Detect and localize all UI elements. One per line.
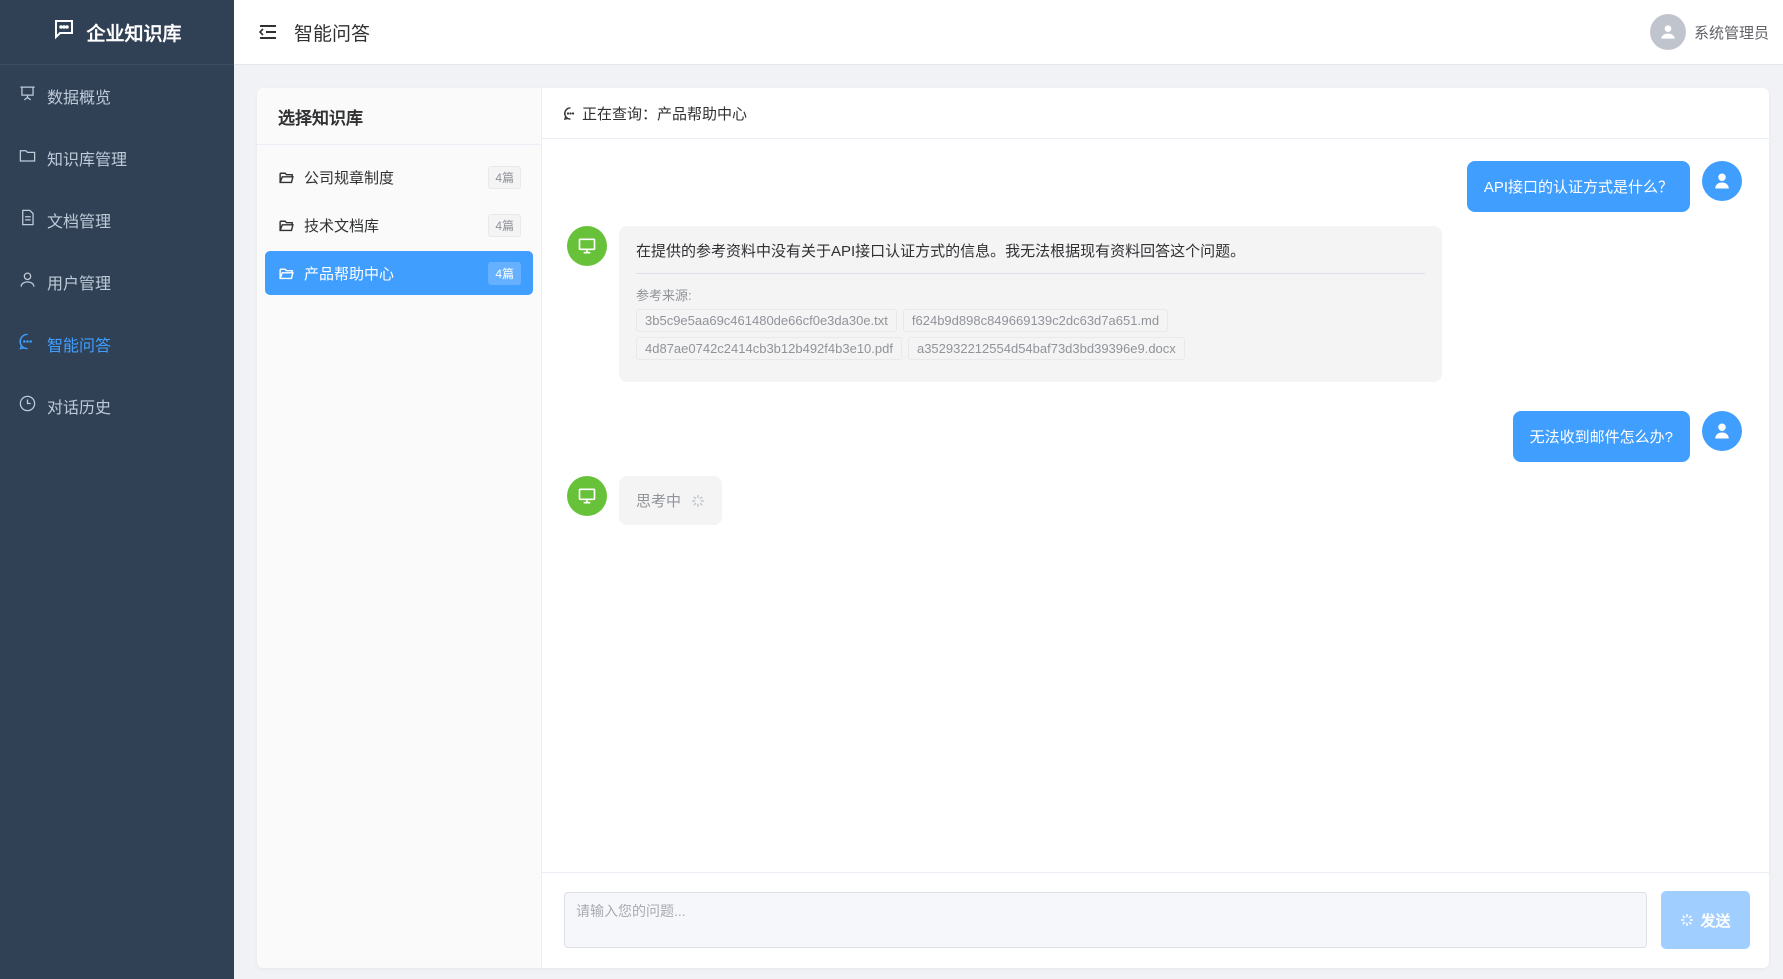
brand: 企业知识库 xyxy=(0,0,234,65)
question-input[interactable] xyxy=(564,892,1647,948)
folder-icon xyxy=(18,146,37,170)
bot-message-bubble: 在提供的参考资料中没有关于API接口认证方式的信息。我无法根据现有资料回答这个问… xyxy=(619,226,1442,382)
kb-item-name: 产品帮助中心 xyxy=(304,265,395,283)
menu-item-users[interactable]: 用户管理 xyxy=(0,251,234,313)
chat-dots-icon xyxy=(52,17,76,47)
user-message-bubble: API接口的认证方式是什么？ xyxy=(1466,161,1690,212)
clock-icon xyxy=(18,394,37,418)
source-tag[interactable]: a352932212554d54baf73d3bd39396e9.docx xyxy=(907,337,1185,360)
sources-section: 参考来源: 3b5c9e5aa69c461480de66cf0e3da30e.t… xyxy=(636,273,1425,360)
menu-item-overview[interactable]: 数据概览 xyxy=(0,65,234,127)
chat-panel: 正在查询：产品帮助中心 API接口的认证方式是什么？ 在提供的参考资料中没有关于… xyxy=(542,88,1769,968)
bot-avatar xyxy=(567,476,607,516)
kb-panel-title: 选择知识库 xyxy=(257,88,541,145)
user-avatar xyxy=(1702,411,1742,451)
message-list: API接口的认证方式是什么？ 在提供的参考资料中没有关于API接口认证方式的信息… xyxy=(542,139,1769,859)
document-icon xyxy=(18,208,37,232)
thinking-text: 思考中 xyxy=(636,493,682,510)
user-message-bubble: 无法收到邮件怎么办? xyxy=(1512,411,1690,462)
menu-item-kb-management[interactable]: 知识库管理 xyxy=(0,127,234,189)
source-tag[interactable]: 3b5c9e5aa69c461480de66cf0e3da30e.txt xyxy=(636,309,897,332)
chat-header: 正在查询：产品帮助中心 xyxy=(542,88,1769,139)
kb-item-count: 4篇 xyxy=(488,213,521,237)
kb-item-count: 4篇 xyxy=(488,261,521,285)
user-message: 无法收到邮件怎么办? xyxy=(1512,411,1742,462)
input-bar: 发送 xyxy=(542,872,1769,968)
sidebar: 企业知识库 数据概览 知识库管理 文档管理 用户管理 智能问答 对话历史 xyxy=(0,0,234,979)
folder-open-icon xyxy=(279,172,294,183)
presentation-icon xyxy=(18,84,37,108)
qa-card: 选择知识库 公司规章制度 4篇 技术文档库 4篇 产品帮助中心 4篇 正在查询：… xyxy=(257,88,1769,968)
chat-header-text: 正在查询：产品帮助中心 xyxy=(582,105,748,123)
user-menu[interactable]: 系统管理员 xyxy=(1649,14,1769,50)
source-row: 4d87ae0742c2414cb3b12b492f4b3e10.pdf a35… xyxy=(636,337,1425,360)
menu-item-documents[interactable]: 文档管理 xyxy=(0,189,234,251)
menu-item-history[interactable]: 对话历史 xyxy=(0,375,234,437)
source-tag[interactable]: f624b9d898c849669139c2dc63d7a651.md xyxy=(902,309,1169,332)
source-tag[interactable]: 4d87ae0742c2414cb3b12b492f4b3e10.pdf xyxy=(636,337,902,360)
kb-item-name: 技术文档库 xyxy=(304,217,380,235)
send-button-label: 发送 xyxy=(1700,912,1731,930)
user-name: 系统管理员 xyxy=(1693,24,1769,42)
folder-open-icon xyxy=(279,268,294,279)
menu-item-label: 用户管理 xyxy=(47,276,112,293)
kb-item-count: 4篇 xyxy=(488,165,521,189)
chat-icon xyxy=(563,106,575,120)
sources-label: 参考来源: xyxy=(636,288,692,303)
page-title: 智能问答 xyxy=(294,23,371,45)
bot-message: 在提供的参考资料中没有关于API接口认证方式的信息。我无法根据现有资料回答这个问… xyxy=(567,226,1442,382)
kb-list: 公司规章制度 4篇 技术文档库 4篇 产品帮助中心 4篇 xyxy=(257,145,541,295)
send-button[interactable]: 发送 xyxy=(1661,891,1750,949)
kb-item-selected[interactable]: 产品帮助中心 4篇 xyxy=(265,251,533,295)
folder-open-icon xyxy=(279,220,294,231)
menu-item-smart-qa[interactable]: 智能问答 xyxy=(0,313,234,375)
bot-thinking-message: 思考中 xyxy=(567,476,723,525)
menu-item-label: 数据概览 xyxy=(47,90,112,107)
menu-item-label: 智能问答 xyxy=(47,338,112,355)
chat-icon xyxy=(18,332,37,356)
user-icon xyxy=(18,270,37,294)
menu-fold-icon[interactable] xyxy=(258,22,278,42)
top-header: 智能问答 系统管理员 xyxy=(234,0,1783,65)
bot-answer-text: 在提供的参考资料中没有关于API接口认证方式的信息。我无法根据现有资料回答这个问… xyxy=(636,243,1246,260)
menu-item-label: 文档管理 xyxy=(47,214,112,231)
kb-item[interactable]: 技术文档库 4篇 xyxy=(265,203,533,247)
main-menu: 数据概览 知识库管理 文档管理 用户管理 智能问答 对话历史 xyxy=(0,65,234,437)
bot-avatar xyxy=(567,226,607,266)
user-avatar xyxy=(1702,161,1742,201)
kb-panel: 选择知识库 公司规章制度 4篇 技术文档库 4篇 产品帮助中心 4篇 xyxy=(257,88,542,968)
kb-item[interactable]: 公司规章制度 4篇 xyxy=(265,155,533,199)
menu-item-label: 对话历史 xyxy=(47,400,112,417)
menu-item-label: 知识库管理 xyxy=(47,152,128,169)
loading-spinner-icon xyxy=(692,494,704,507)
user-message: API接口的认证方式是什么？ xyxy=(1466,161,1742,212)
source-row: 3b5c9e5aa69c461480de66cf0e3da30e.txt f62… xyxy=(636,309,1425,332)
avatar xyxy=(1649,14,1686,50)
brand-title: 企业知识库 xyxy=(86,23,182,45)
kb-item-name: 公司规章制度 xyxy=(304,169,395,187)
loading-spinner-icon xyxy=(1681,914,1694,926)
thinking-bubble: 思考中 xyxy=(619,476,723,525)
